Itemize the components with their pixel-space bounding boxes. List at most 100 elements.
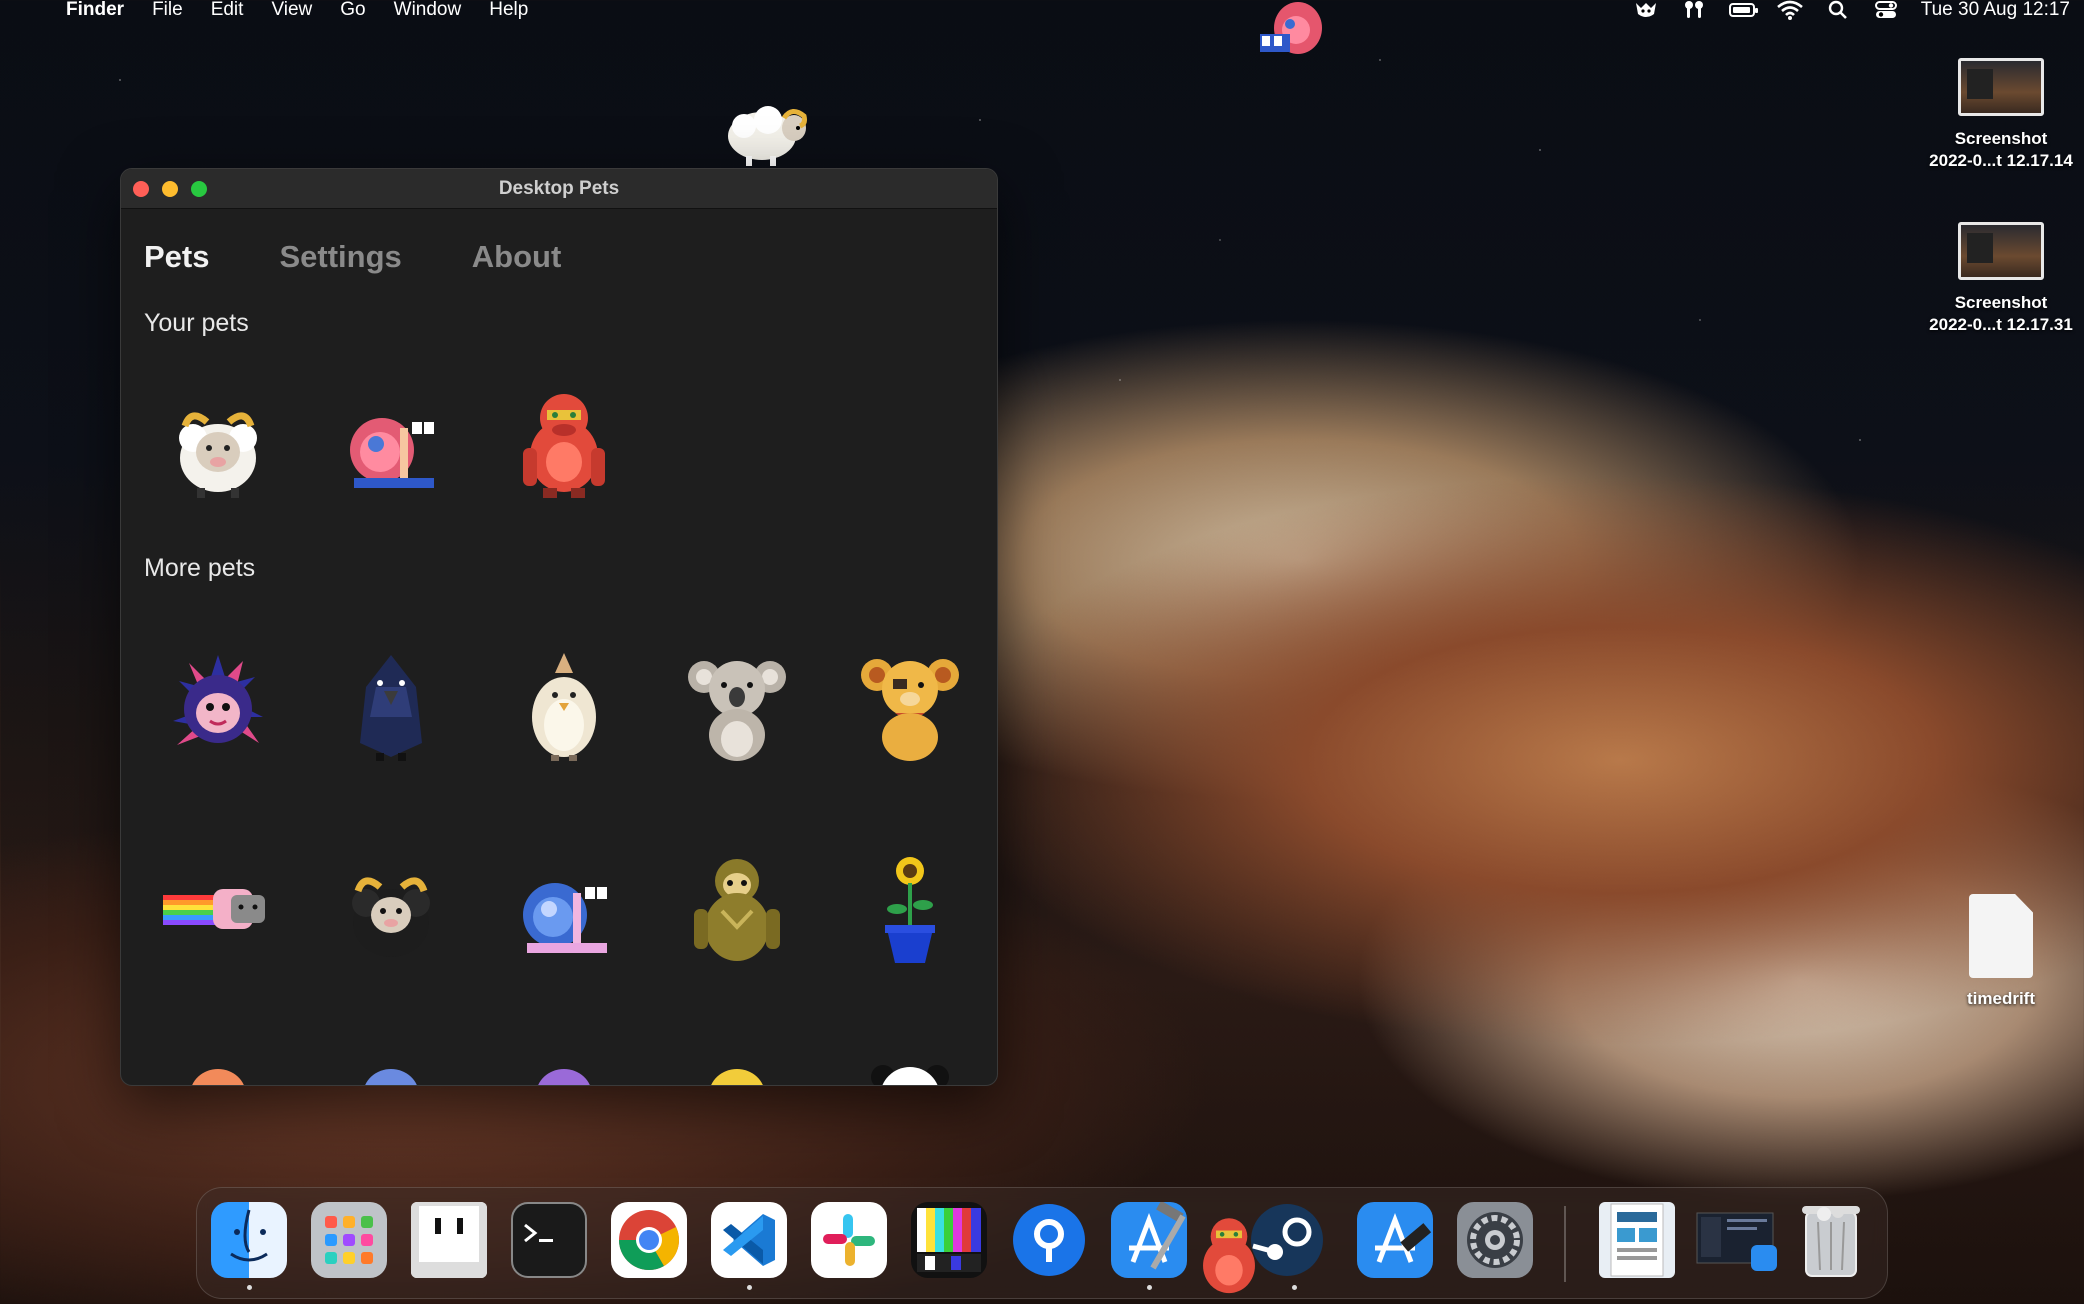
dock-separator <box>1564 1206 1566 1282</box>
pet-orange-frog[interactable] <box>131 1013 304 1085</box>
slack-icon[interactable] <box>811 1202 887 1278</box>
battery-icon[interactable] <box>1728 1 1758 19</box>
menu-go[interactable]: Go <box>340 0 365 21</box>
floating-sheep-pet[interactable] <box>722 96 818 173</box>
crow-icon <box>359 655 422 761</box>
pet-black-sheep[interactable] <box>304 809 477 1013</box>
menu-window[interactable]: Window <box>394 0 462 21</box>
desktop-timedrift-file[interactable]: timedrift <box>1916 894 2084 1010</box>
running-indicator <box>747 1285 752 1290</box>
pets-status-icon[interactable] <box>1633 1 1659 19</box>
search-icon[interactable] <box>1825 0 1851 19</box>
pet-red-ape[interactable] <box>477 386 650 506</box>
menu-help[interactable]: Help <box>489 0 528 21</box>
snail-icon <box>349 418 434 488</box>
maximize-button[interactable] <box>191 181 207 197</box>
nyan-cat-icon <box>162 889 265 929</box>
window-title: Desktop Pets <box>498 177 620 199</box>
terminal-icon[interactable] <box>511 1202 587 1278</box>
pet-snail[interactable] <box>304 386 477 506</box>
file-name-sub: 2022-0...t 12.17.31 <box>1929 315 2073 334</box>
file-name: timedrift <box>1967 989 2035 1008</box>
chrome-icon[interactable] <box>611 1202 687 1278</box>
pet-nyan-cat[interactable] <box>131 809 304 1013</box>
pet-crow[interactable] <box>304 605 477 809</box>
koala-icon <box>687 661 786 761</box>
pet-panda[interactable] <box>823 1013 996 1085</box>
pet-blue-snail[interactable] <box>477 809 650 1013</box>
minimize-button[interactable] <box>162 181 178 197</box>
blue-snail-icon <box>522 883 607 953</box>
colors-app-icon[interactable] <box>911 1202 987 1278</box>
desktop-pets-window: Desktop Pets Pets Settings About Your pe… <box>120 168 998 1086</box>
tab-pets[interactable]: Pets <box>144 239 209 299</box>
menu-file[interactable]: File <box>152 0 183 21</box>
desktop-screenshot-file[interactable]: Screenshot 2022-0...t 12.17.14 <box>1916 58 2084 172</box>
yellow-frog-icon <box>710 1069 763 1085</box>
screen-tool-icon[interactable] <box>411 1202 487 1278</box>
bear-icon <box>860 659 959 761</box>
pet-sunflower[interactable] <box>823 809 996 1013</box>
file-name-sub: 2022-0...t 12.17.14 <box>1929 151 2073 170</box>
trash-icon[interactable] <box>1793 1202 1869 1278</box>
tab-bar: Pets Settings About <box>121 209 997 299</box>
app-store-icon[interactable] <box>1357 1202 1433 1278</box>
more-pets-heading: More pets <box>144 554 256 582</box>
menu-datetime[interactable]: Tue 30 Aug 12:17 <box>1921 0 2070 21</box>
file-name: Screenshot <box>1954 129 2048 148</box>
steam-icon[interactable] <box>1249 1202 1325 1278</box>
screenshot-thumbnail <box>1958 58 2044 116</box>
wifi-icon[interactable] <box>1776 0 1803 20</box>
desktop-screenshot-file[interactable]: Screenshot 2022-0...t 12.17.31 <box>1916 222 2084 336</box>
blue-frog-icon <box>364 1069 417 1085</box>
pet-bear[interactable] <box>823 605 996 809</box>
control-center-icon[interactable] <box>1873 1 1899 19</box>
pet-blue-frog[interactable] <box>304 1013 477 1085</box>
airpods-icon[interactable] <box>1681 1 1707 19</box>
close-button[interactable] <box>133 181 149 197</box>
pet-koala[interactable] <box>650 605 823 809</box>
pet-punk-hedgehog[interactable] <box>131 605 304 809</box>
pin-app-icon[interactable] <box>1011 1202 1087 1278</box>
sunflower-icon <box>884 857 935 963</box>
menu-edit[interactable]: Edit <box>211 0 244 21</box>
pet-chick[interactable] <box>477 605 650 809</box>
orange-frog-icon <box>191 1069 244 1085</box>
document-stack-icon[interactable] <box>1599 1202 1675 1278</box>
system-preferences-icon[interactable] <box>1457 1202 1533 1278</box>
menu-bar: Finder File Edit View Go Window Help Tue… <box>0 0 2084 20</box>
panda-icon <box>870 1065 949 1085</box>
file-name: Screenshot <box>1954 293 2048 312</box>
your-pets-heading: Your pets <box>144 309 249 337</box>
tab-about[interactable]: About <box>472 239 562 299</box>
floating-snail-pet[interactable] <box>1252 0 1332 61</box>
document-icon <box>1969 894 2033 978</box>
pet-sheep[interactable] <box>131 386 304 506</box>
chick-icon <box>531 653 596 761</box>
punk-hedgehog-icon <box>172 655 263 745</box>
tab-settings[interactable]: Settings <box>279 239 401 299</box>
pet-sloth[interactable] <box>650 809 823 1013</box>
menu-view[interactable]: View <box>271 0 312 21</box>
purple-frog-icon <box>537 1069 590 1085</box>
sloth-icon <box>693 859 780 961</box>
dock <box>196 1187 1888 1299</box>
running-indicator <box>1147 1285 1152 1290</box>
sheep-icon <box>178 412 257 498</box>
screenshot-stack-icon[interactable] <box>1693 1202 1783 1278</box>
window-titlebar[interactable]: Desktop Pets <box>121 169 997 209</box>
running-indicator <box>1292 1285 1297 1290</box>
red-ape-icon <box>522 394 605 498</box>
xcode-icon[interactable] <box>1111 1202 1187 1278</box>
more-pets-grid <box>121 605 997 1085</box>
pet-yellow-frog[interactable] <box>650 1013 823 1085</box>
screenshot-thumbnail <box>1958 222 2044 280</box>
pet-purple-frog[interactable] <box>477 1013 650 1085</box>
black-sheep-icon <box>351 877 430 957</box>
menu-app-name[interactable]: Finder <box>66 0 124 21</box>
launchpad-icon[interactable] <box>311 1202 387 1278</box>
running-indicator <box>247 1285 252 1290</box>
your-pets-grid <box>121 338 997 554</box>
finder-icon[interactable] <box>211 1202 287 1278</box>
vscode-icon[interactable] <box>711 1202 787 1278</box>
